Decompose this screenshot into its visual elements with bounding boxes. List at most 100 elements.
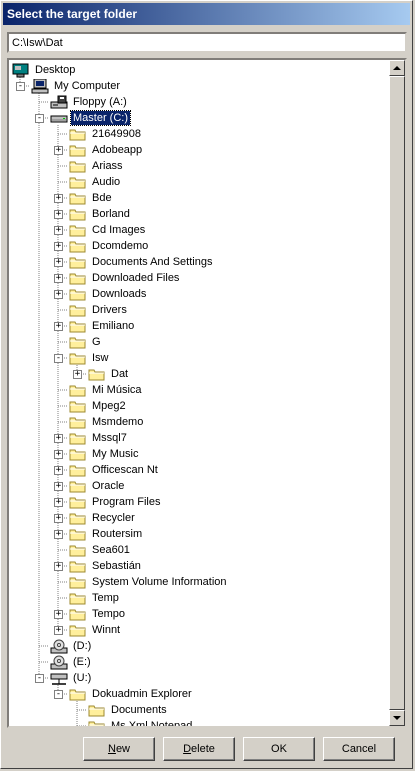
expand-icon[interactable]: + [54, 610, 63, 619]
expand-icon[interactable]: + [54, 242, 63, 251]
expand-icon[interactable]: + [54, 322, 63, 331]
tree-item[interactable]: Audio [69, 174, 122, 190]
desktop-icon [12, 63, 30, 78]
ok-button[interactable]: OK [243, 737, 315, 761]
folder-icon [69, 159, 87, 174]
cd-drive-icon [50, 655, 68, 670]
expand-icon[interactable]: + [54, 434, 63, 443]
tree-item[interactable]: Sea601 [69, 542, 132, 558]
tree-item[interactable]: Desktop [12, 62, 77, 78]
expand-icon[interactable]: + [73, 370, 82, 379]
tree-item-label: Winnt [92, 624, 121, 636]
tree-item[interactable]: 21649908 [69, 126, 143, 142]
tree-item[interactable]: My Computer [31, 78, 122, 94]
tree-item[interactable]: Oracle [69, 478, 126, 494]
tree-item[interactable]: Tempo [69, 606, 127, 622]
vertical-scrollbar[interactable] [389, 60, 405, 726]
collapse-icon[interactable]: - [54, 690, 63, 699]
scroll-down-button[interactable] [389, 710, 405, 726]
tree-item[interactable]: (U:) [50, 670, 93, 686]
expand-icon[interactable]: + [54, 210, 63, 219]
folder-icon [69, 623, 87, 638]
tree-item[interactable]: Ariass [69, 158, 125, 174]
tree-item[interactable]: Downloads [69, 286, 148, 302]
tree-item[interactable]: System Volume Information [69, 574, 229, 590]
expand-icon[interactable]: + [54, 514, 63, 523]
tree-item[interactable]: Floppy (A:) [50, 94, 129, 110]
collapse-icon[interactable]: - [16, 82, 25, 91]
folder-icon [69, 463, 87, 478]
tree-item[interactable]: Sebastián [69, 558, 143, 574]
button-label: Delete [183, 742, 215, 755]
cancel-button[interactable]: Cancel [323, 737, 395, 761]
tree-item[interactable]: Ms Xml Notepad [88, 718, 194, 726]
tree-item[interactable]: Program Files [69, 494, 162, 510]
folder-icon [69, 175, 87, 190]
tree-item[interactable]: Mssql7 [69, 430, 129, 446]
expand-icon[interactable]: + [54, 562, 63, 571]
expand-icon[interactable]: + [54, 194, 63, 203]
expand-icon[interactable]: + [54, 530, 63, 539]
tree-item-label: Desktop [35, 64, 76, 76]
tree-item[interactable]: (E:) [50, 654, 93, 670]
expand-icon[interactable]: + [54, 226, 63, 235]
expand-icon[interactable]: + [54, 290, 63, 299]
arrow-up-icon [393, 66, 401, 70]
collapse-icon[interactable]: - [35, 674, 44, 683]
tree-item[interactable]: Winnt [69, 622, 122, 638]
tree-item-label: Sea601 [92, 544, 130, 556]
delete-button[interactable]: Delete [163, 737, 235, 761]
tree-item[interactable]: Routersim [69, 526, 144, 542]
tree-item[interactable]: Msmdemo [69, 414, 145, 430]
hard-drive-icon [50, 111, 68, 126]
path-input[interactable] [7, 32, 407, 53]
tree-item-label: Oracle [92, 480, 125, 492]
tree-item[interactable]: Drivers [69, 302, 129, 318]
tree-item[interactable]: Emiliano [69, 318, 136, 334]
collapse-icon[interactable]: - [54, 354, 63, 363]
tree-item[interactable]: Master (C:) [50, 110, 131, 126]
expand-icon[interactable]: + [54, 482, 63, 491]
tree-item-label: Recycler [92, 512, 135, 524]
tree-item-label: Ariass [92, 160, 123, 172]
tree-item[interactable]: G [69, 334, 103, 350]
tree-content: Desktop My Computer - Floppy (A:) Master (C:… [9, 60, 389, 726]
expand-icon[interactable]: + [54, 258, 63, 267]
tree-item[interactable]: My Music [69, 446, 140, 462]
tree-item-label: (U:) [73, 672, 92, 684]
scroll-up-button[interactable] [389, 60, 405, 76]
tree-item[interactable]: Adobeapp [69, 142, 144, 158]
tree-item[interactable]: Dat [88, 366, 130, 382]
expand-icon[interactable]: + [54, 450, 63, 459]
folder-tree[interactable]: Desktop My Computer - Floppy (A:) Master (C:… [7, 58, 407, 728]
tree-item[interactable]: Recycler [69, 510, 137, 526]
tree-item[interactable]: Cd Images [69, 222, 147, 238]
folder-icon [69, 191, 87, 206]
tree-item-label: Dokuadmin Explorer [92, 688, 192, 700]
new-button[interactable]: New [83, 737, 155, 761]
tree-item[interactable]: Dokuadmin Explorer [69, 686, 194, 702]
tree-item[interactable]: Documents And Settings [69, 254, 214, 270]
tree-item[interactable]: Bde [69, 190, 114, 206]
collapse-icon[interactable]: - [35, 114, 44, 123]
expand-icon[interactable]: + [54, 626, 63, 635]
expand-icon[interactable]: + [54, 146, 63, 155]
tree-item[interactable]: (D:) [50, 638, 93, 654]
tree-item[interactable]: Isw [69, 350, 111, 366]
tree-item[interactable]: Officescan Nt [69, 462, 160, 478]
expand-icon[interactable]: + [54, 466, 63, 475]
folder-icon [69, 431, 87, 446]
expand-icon[interactable]: + [54, 274, 63, 283]
expand-icon[interactable]: + [54, 498, 63, 507]
tree-item[interactable]: Borland [69, 206, 132, 222]
folder-icon [69, 607, 87, 622]
tree-item[interactable]: Mi Música [69, 382, 144, 398]
title-bar: Select the target folder [3, 3, 410, 25]
tree-item[interactable]: Downloaded Files [69, 270, 181, 286]
tree-item[interactable]: Mpeg2 [69, 398, 128, 414]
folder-icon [69, 559, 87, 574]
scroll-thumb[interactable] [389, 76, 405, 710]
tree-item[interactable]: Temp [69, 590, 121, 606]
tree-item[interactable]: Documents [88, 702, 169, 718]
tree-item[interactable]: Dcomdemo [69, 238, 150, 254]
